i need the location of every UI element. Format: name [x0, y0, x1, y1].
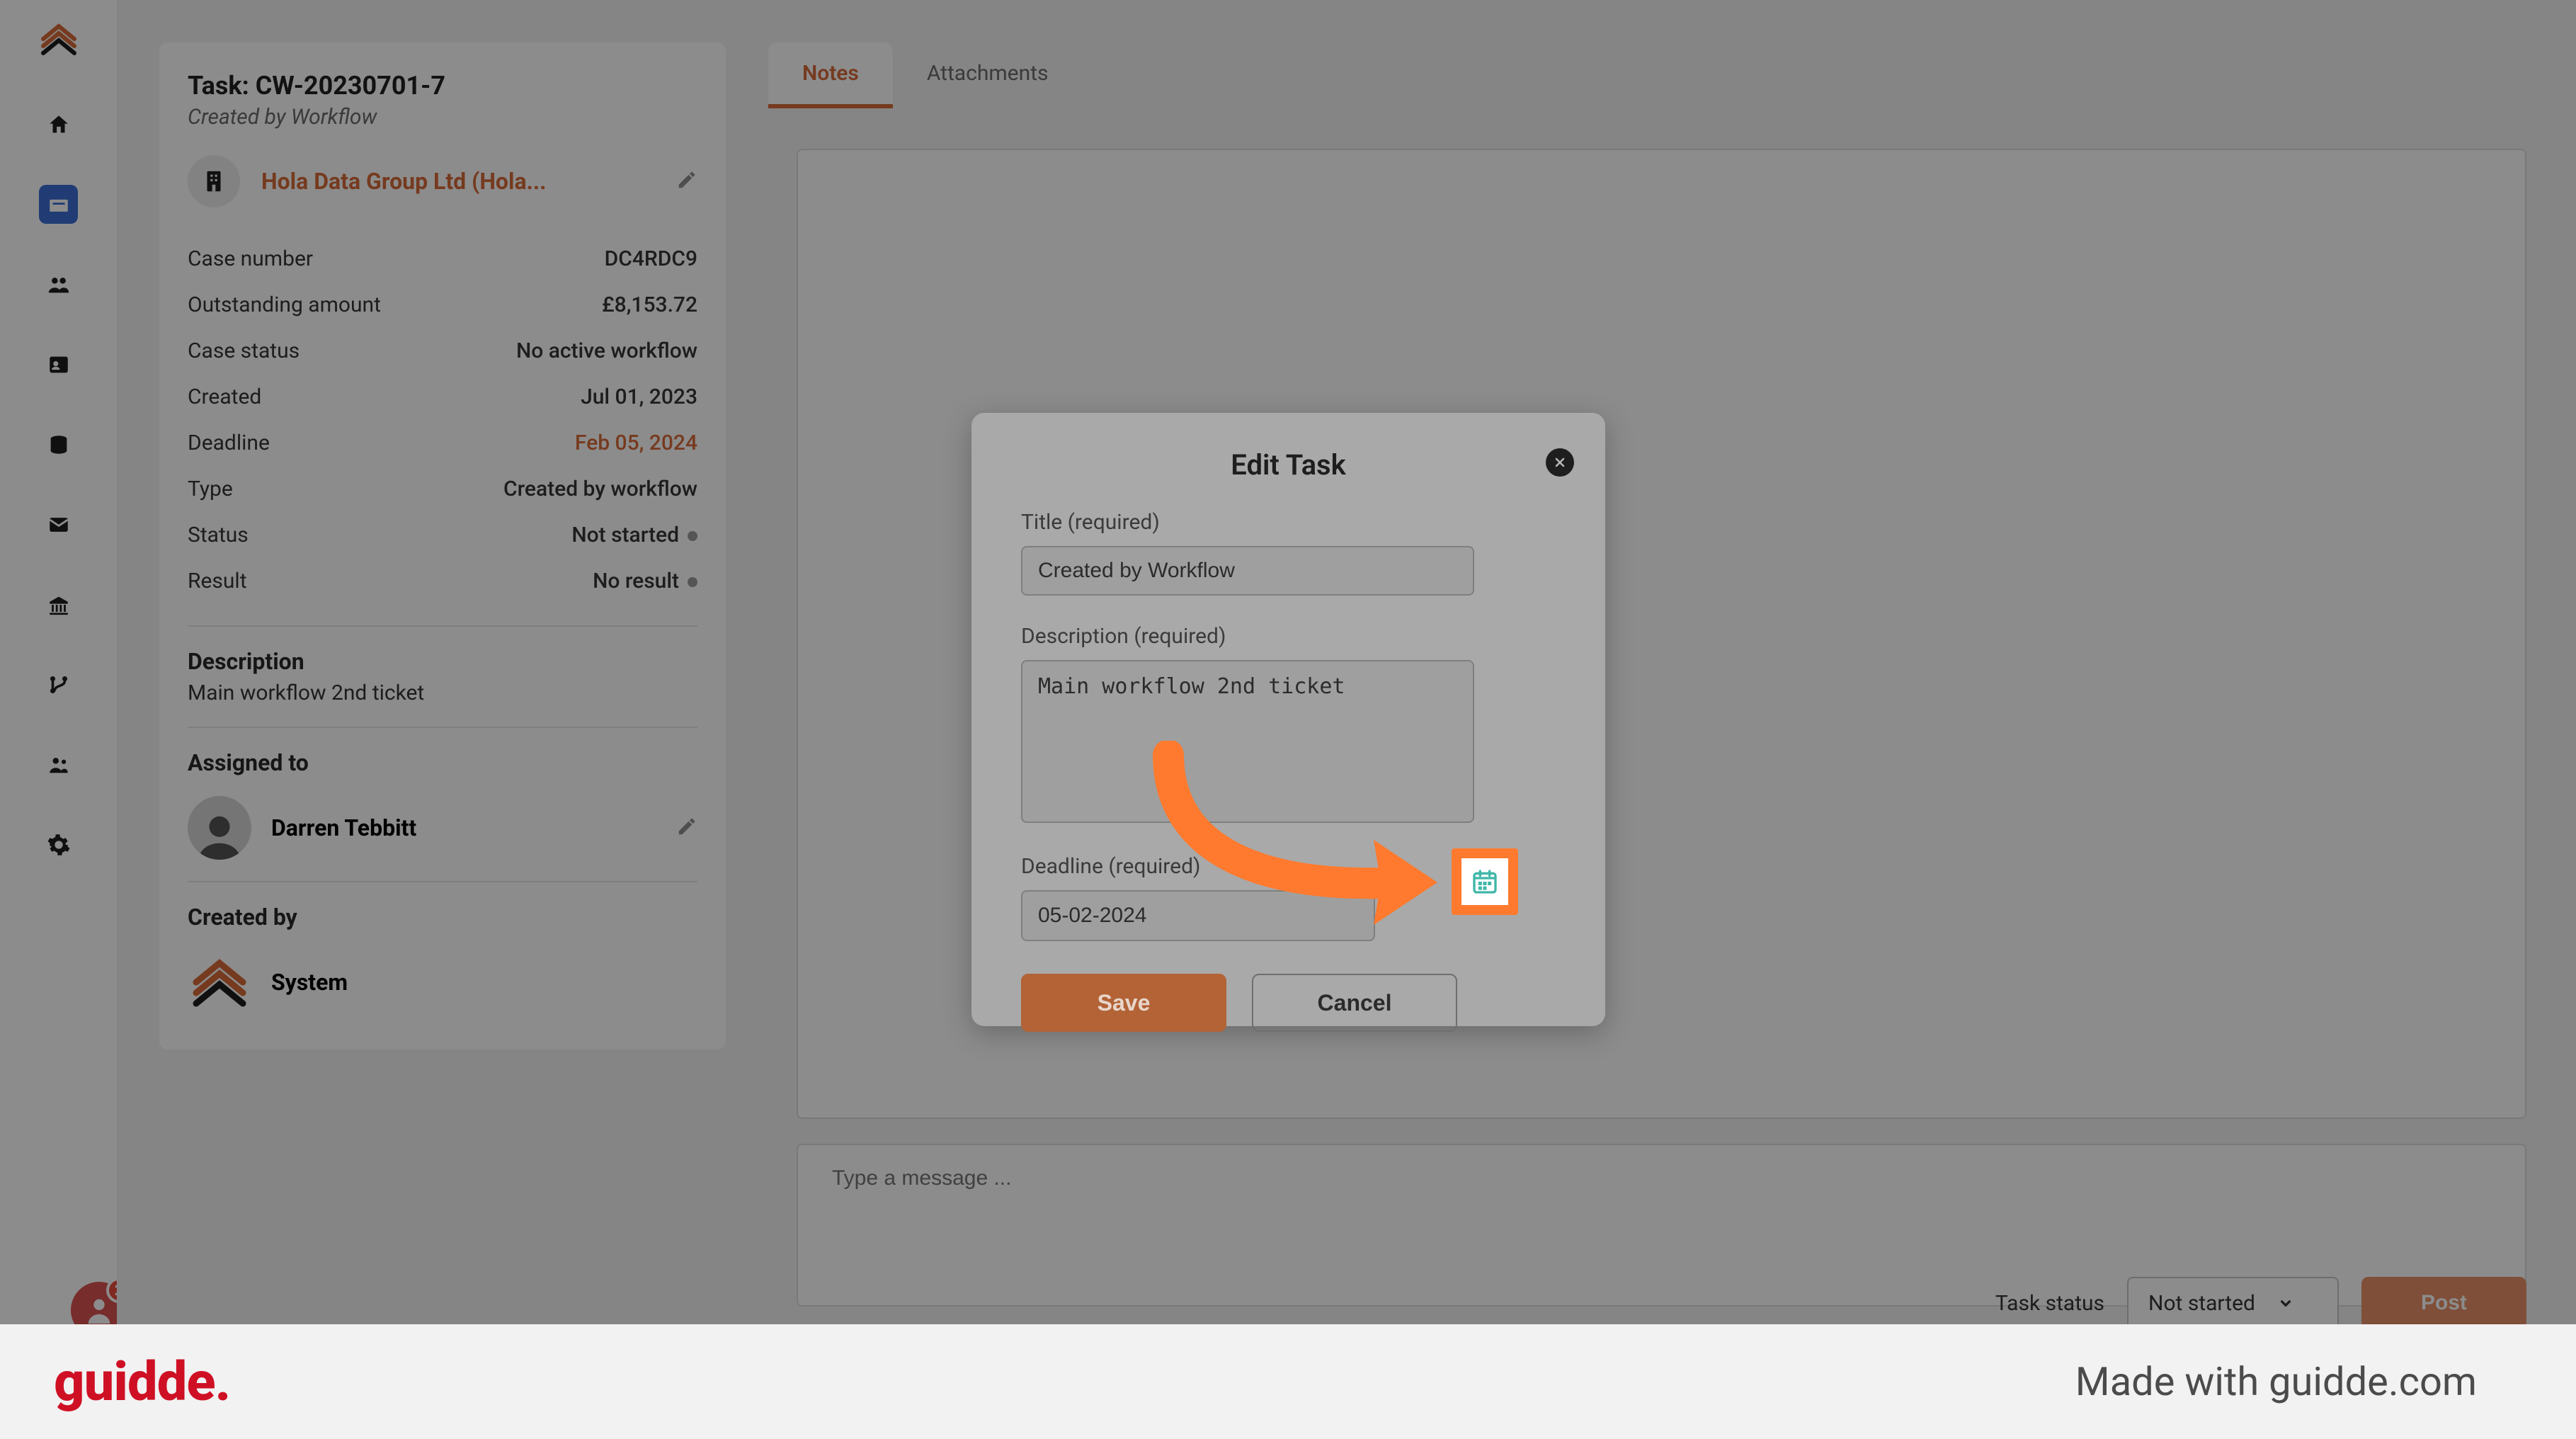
- createdby-heading: Created by: [188, 904, 697, 931]
- tab-notes[interactable]: Notes: [768, 42, 893, 108]
- modal-title-field-label: Title (required): [1021, 510, 1556, 535]
- created-value: Jul 01, 2023: [581, 385, 697, 409]
- tab-attachments[interactable]: Attachments: [893, 42, 1083, 108]
- nav-contact-icon[interactable]: [39, 345, 78, 384]
- deadline-value: Feb 05, 2024: [575, 431, 697, 455]
- modal-desc-label: Description (required): [1021, 624, 1556, 649]
- calendar-highlight: [1452, 848, 1518, 915]
- chevron-down-icon: [2276, 1294, 2295, 1312]
- guidde-logo: guidde.: [54, 1350, 230, 1414]
- company-link[interactable]: Hola Data Group Ltd (Hola...: [261, 168, 655, 195]
- result-value: No result: [593, 569, 697, 593]
- assignee-name: Darren Tebbitt: [271, 814, 416, 841]
- status-label: Status: [188, 523, 249, 547]
- case-number-value: DC4RDC9: [605, 246, 697, 271]
- modal-close-button[interactable]: [1546, 448, 1574, 477]
- tab-row: Notes Attachments: [768, 42, 1082, 108]
- task-card: Task: CW-20230701-7 Created by Workflow …: [159, 42, 726, 1050]
- edit-company-button[interactable]: [676, 169, 697, 193]
- modal-cancel-button[interactable]: Cancel: [1252, 974, 1457, 1032]
- modal-desc-textarea[interactable]: [1021, 660, 1474, 823]
- modal-title-input[interactable]: [1021, 546, 1474, 596]
- nav-team-icon[interactable]: [39, 745, 78, 784]
- edit-task-modal: Edit Task Title (required) Description (…: [971, 413, 1605, 1026]
- nav-mail-icon[interactable]: [39, 505, 78, 544]
- case-status-label: Case status: [188, 339, 300, 363]
- nav-home-icon[interactable]: [39, 105, 78, 144]
- nav-settings-icon[interactable]: [39, 825, 78, 864]
- message-input[interactable]: [832, 1166, 2491, 1190]
- nav-people-icon[interactable]: [39, 265, 78, 304]
- nav-branch-icon[interactable]: [39, 665, 78, 704]
- calendar-picker-button[interactable]: [1461, 858, 1508, 905]
- case-number-label: Case number: [188, 246, 313, 271]
- modal-deadline-input[interactable]: [1021, 890, 1375, 941]
- status-dot-icon: [688, 531, 697, 541]
- deadline-label: Deadline: [188, 431, 270, 455]
- nav-cases-icon[interactable]: [39, 185, 78, 224]
- description-body: Main workflow 2nd ticket: [188, 681, 697, 705]
- type-label: Type: [188, 477, 233, 501]
- building-icon: [188, 155, 240, 207]
- assignee-avatar-icon: [188, 796, 251, 860]
- close-icon: [1553, 455, 1567, 470]
- type-value: Created by workflow: [503, 477, 697, 501]
- result-label: Result: [188, 569, 247, 593]
- status-value: Not started: [571, 523, 697, 547]
- calendar-icon: [1471, 868, 1499, 896]
- description-heading: Description: [188, 648, 697, 675]
- createdby-name: System: [271, 969, 348, 996]
- task-status-select[interactable]: Not started: [2127, 1277, 2339, 1330]
- guidde-made-with: Made with guidde.com: [2075, 1358, 2477, 1405]
- post-button[interactable]: Post: [2361, 1277, 2526, 1329]
- sidebar: 2: [0, 0, 117, 1324]
- footer-row: Task status Not started Post: [797, 1278, 2526, 1328]
- guidde-footer: guidde. Made with guidde.com: [0, 1324, 2576, 1439]
- result-dot-icon: [688, 577, 697, 587]
- nav-database-icon[interactable]: [39, 425, 78, 464]
- system-logo-icon: [188, 950, 251, 1014]
- outstanding-label: Outstanding amount: [188, 292, 381, 317]
- nav-bank-icon[interactable]: [39, 585, 78, 624]
- created-label: Created: [188, 385, 261, 409]
- modal-save-button[interactable]: Save: [1021, 974, 1226, 1032]
- outstanding-value: £8,153.72: [602, 292, 697, 317]
- edit-assignee-button[interactable]: [676, 816, 697, 840]
- task-status-label: Task status: [1995, 1291, 2104, 1316]
- assigned-heading: Assigned to: [188, 749, 697, 776]
- modal-title: Edit Task: [1021, 448, 1556, 482]
- case-status-value: No active workflow: [516, 339, 697, 363]
- app-logo-icon: [34, 14, 84, 64]
- task-subtitle: Created by Workflow: [188, 105, 697, 130]
- task-title: Task: CW-20230701-7: [188, 71, 697, 101]
